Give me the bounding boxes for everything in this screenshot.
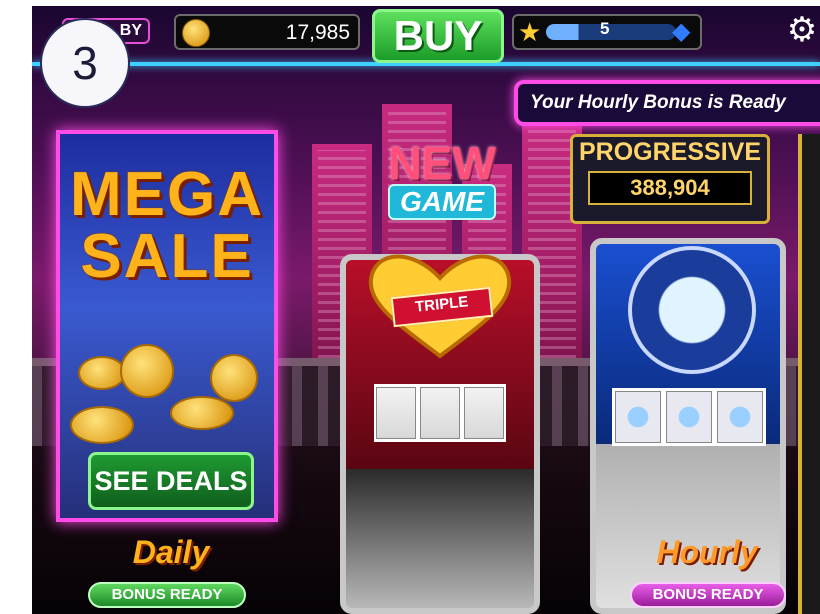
coin-amount: 17,985: [285, 21, 350, 44]
hourly-bonus-title: Hourly: [656, 534, 758, 570]
star-icon: ★: [518, 17, 542, 47]
new-game-line1: NEW: [388, 137, 496, 189]
progressive-amount: 388,904: [588, 171, 752, 205]
hourly-bonus-button[interactable]: BONUS READY: [630, 582, 786, 608]
screenshot-stage: BY 17,985 BUY ★ 5 ◆ ⚙ Your Hourly Bonus …: [0, 0, 820, 614]
back-button-label: BY: [119, 22, 142, 39]
new-game-sign: NEW GAME: [362, 138, 522, 238]
slot-reels: [374, 384, 506, 442]
new-game-line2: GAME: [388, 184, 496, 220]
daily-bonus-button[interactable]: BONUS READY: [88, 582, 246, 608]
see-deals-button[interactable]: SEE DEALS: [88, 452, 254, 510]
progressive-jackpot-sign: PROGRESSIVE 388,904: [570, 134, 770, 224]
coin-pile-icon: [170, 396, 234, 430]
gem-icon: ◆: [672, 18, 691, 45]
level-number: 5: [600, 19, 610, 38]
level-progress-bar: [546, 24, 676, 40]
coin-pile-icon: [70, 406, 134, 444]
mega-sale-panel[interactable]: MEGA SALE SEE DEALS: [56, 130, 278, 522]
reel: [665, 391, 712, 443]
coin-pile-icon: [120, 344, 174, 398]
slot-reels: [612, 388, 766, 446]
hourly-bonus-banner[interactable]: Your Hourly Bonus is Ready: [514, 80, 820, 126]
buy-button[interactable]: BUY: [372, 9, 504, 63]
mega-sale-title: MEGA SALE: [60, 164, 274, 288]
reel: [717, 391, 764, 443]
top-bar: BY 17,985 BUY ★ 5 ◆ ⚙: [32, 6, 820, 63]
casino-lobby: BY 17,985 BUY ★ 5 ◆ ⚙ Your Hourly Bonus …: [32, 6, 820, 614]
step-number-badge: 3: [40, 18, 130, 108]
reel: [420, 387, 460, 439]
gear-icon[interactable]: ⚙: [784, 12, 820, 48]
coin-icon: [182, 19, 210, 47]
daily-bonus-title: Daily: [132, 534, 210, 570]
mega-sale-title-line1: MEGA: [70, 160, 264, 229]
progressive-title: PROGRESSIVE: [579, 138, 761, 166]
reel: [376, 387, 416, 439]
triple-diamond-seal-icon: [628, 246, 756, 374]
mega-sale-title-line2: SALE: [80, 222, 254, 291]
partial-slot-machine[interactable]: [798, 134, 820, 614]
reel: [464, 387, 504, 439]
coin-pile-icon: [78, 356, 126, 390]
coin-pile-icon: [210, 354, 258, 402]
reel: [614, 391, 661, 443]
level-meter[interactable]: ★ 5 ◆: [512, 14, 702, 50]
coin-balance[interactable]: 17,985: [174, 14, 360, 50]
